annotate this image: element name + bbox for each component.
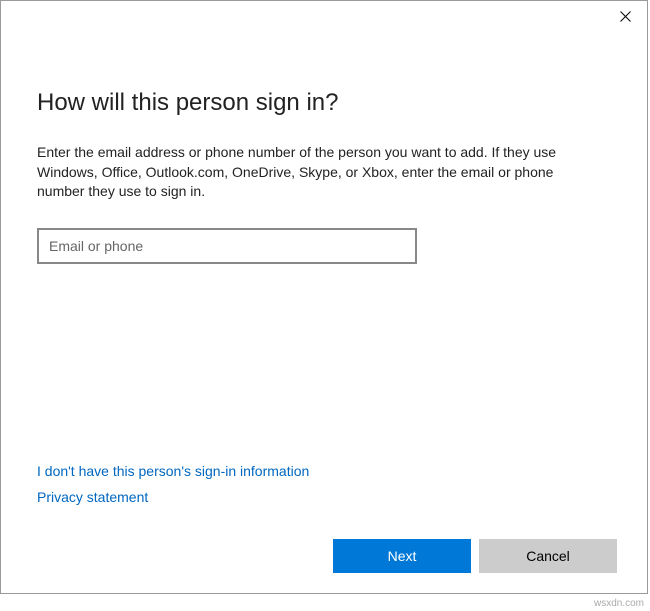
close-icon (620, 11, 631, 22)
titlebar (1, 1, 647, 31)
dialog-heading: How will this person sign in? (37, 89, 611, 117)
privacy-statement-link[interactable]: Privacy statement (37, 489, 309, 505)
add-user-dialog: How will this person sign in? Enter the … (0, 0, 648, 594)
next-button[interactable]: Next (333, 539, 471, 573)
dialog-links: I don't have this person's sign-in infor… (37, 463, 309, 515)
dialog-content: How will this person sign in? Enter the … (1, 31, 647, 264)
watermark: wsxdn.com (594, 598, 644, 609)
dialog-buttons: Next Cancel (333, 539, 617, 573)
no-signin-info-link[interactable]: I don't have this person's sign-in infor… (37, 463, 309, 479)
cancel-button[interactable]: Cancel (479, 539, 617, 573)
close-button[interactable] (603, 1, 647, 31)
email-or-phone-input[interactable] (37, 228, 417, 264)
dialog-description: Enter the email address or phone number … (37, 143, 597, 202)
